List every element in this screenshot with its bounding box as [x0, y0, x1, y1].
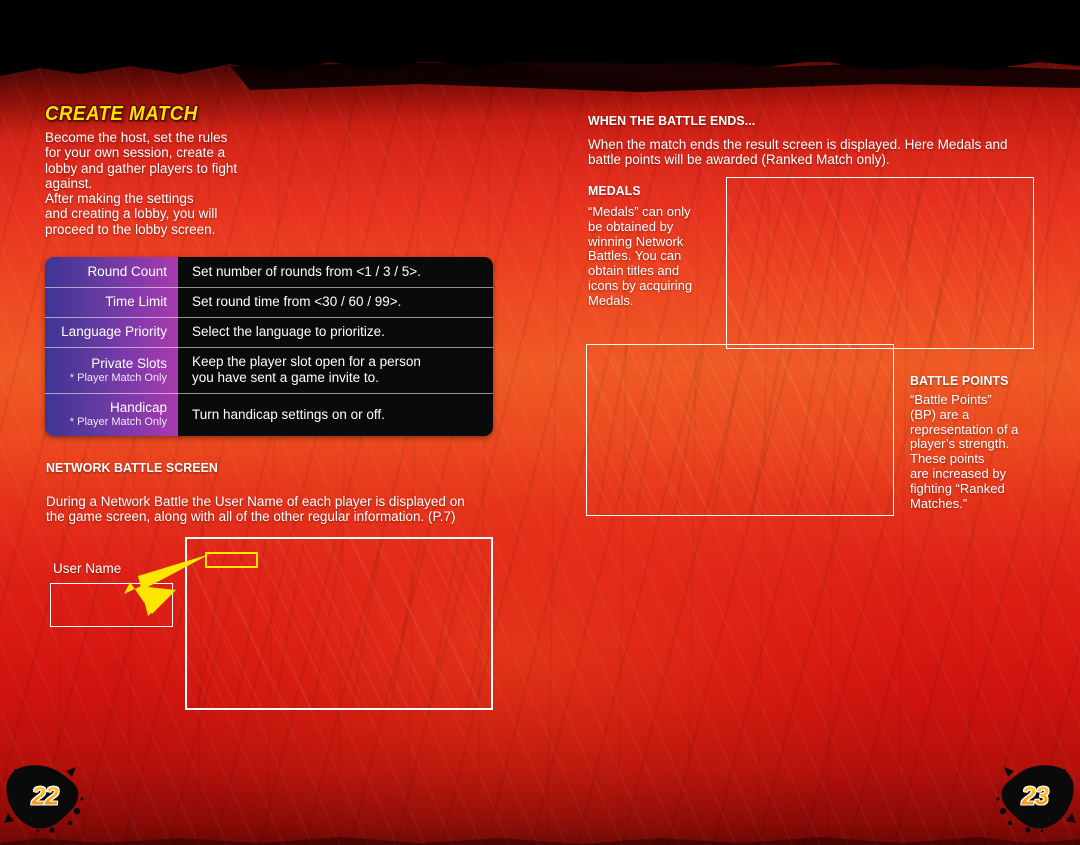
page-number-right-value: 23: [992, 783, 1078, 812]
table-row: Round Count Set number of rounds from <1…: [45, 257, 493, 287]
battle-points-screenshot: [586, 344, 894, 516]
battle-points-heading: BATTLE POINTS: [910, 373, 1009, 388]
intro-line: for your own session, create a: [45, 145, 226, 161]
intro-line: lobby and gather players to fight: [45, 160, 238, 176]
body-line: battle points will be awarded (Ranked Ma…: [588, 152, 890, 168]
table-row: Handicap * Player Match Only Turn handic…: [45, 393, 493, 436]
table-row-label: Handicap: [109, 400, 167, 415]
table-row: Time Limit Set round time from <30 / 60 …: [45, 287, 493, 317]
body-line: winning Network: [588, 233, 684, 249]
table-row-value: Set number of rounds from <1 / 3 / 5>.: [192, 264, 421, 279]
callout-arrow-icon: [124, 554, 210, 616]
table-row-note: * Player Match Only: [69, 416, 167, 428]
table-row-label-cell: Round Count: [45, 257, 178, 287]
network-battle-screen-heading: NETWORK BATTLE SCREEN: [46, 460, 218, 475]
table-row-value: Turn handicap settings on or off.: [192, 406, 385, 422]
body-line: (BP) are a: [910, 406, 970, 422]
table-row-value-cell: Turn handicap settings on or off.: [178, 393, 493, 436]
table-row-value: Select the language to prioritize.: [192, 324, 385, 339]
table-row-label-cell: Private Slots * Player Match Only: [45, 347, 178, 393]
page-number-left-value: 22: [2, 783, 88, 812]
body-line: Matches.”: [910, 495, 968, 511]
intro-line: proceed to the lobby screen.: [45, 221, 216, 237]
body-line: the game screen, along with all of the o…: [46, 509, 456, 525]
table-row-value-cell: Keep the player slot open for a person y…: [178, 347, 493, 393]
table-row: Private Slots * Player Match Only Keep t…: [45, 347, 493, 393]
table-row-label-cell: Language Priority: [45, 317, 178, 347]
username-callout-label: User Name: [53, 561, 122, 576]
intro-line: and creating a lobby, you will: [45, 206, 218, 222]
table-row-value-cell: Select the language to prioritize.: [178, 317, 493, 347]
table-row-value: Keep the player slot open for a person: [192, 354, 421, 369]
table-row-label: Private Slots: [91, 355, 167, 371]
body-line: “Medals” can only: [588, 204, 691, 219]
medals-body: “Medals” can only be obtained by winning…: [588, 204, 723, 309]
table-row-label-cell: Time Limit: [45, 287, 178, 317]
page-title-create-match: CREATE MATCH: [45, 103, 198, 125]
create-match-intro: Become the host, set the rules for your …: [45, 130, 295, 237]
body-line: Medals.: [588, 292, 634, 308]
when-battle-ends-body: When the match ends the result screen is…: [588, 137, 1038, 168]
body-line: obtain titles and: [588, 263, 680, 279]
intro-line: against.: [45, 175, 93, 191]
settings-table: Round Count Set number of rounds from <1…: [45, 257, 493, 436]
intro-line: After making the settings: [45, 191, 194, 207]
body-line: “Battle Points”: [910, 392, 992, 407]
battle-points-body: “Battle Points” (BP) are a representatio…: [910, 392, 1040, 511]
medals-heading: MEDALS: [588, 183, 641, 198]
table-row-value-cell: Set number of rounds from <1 / 3 / 5>.: [178, 257, 493, 287]
table-row-note: * Player Match Only: [69, 371, 167, 384]
page-number-left: 22: [2, 761, 88, 833]
table-row-value-cell: Set round time from <30 / 60 / 99>.: [178, 287, 493, 317]
table-row-label: Round Count: [87, 264, 167, 279]
body-line: fighting “Ranked: [910, 480, 1005, 496]
table-row-label-cell: Handicap * Player Match Only: [45, 393, 178, 436]
body-line: icons by acquiring: [588, 277, 693, 293]
body-line: During a Network Battle the User Name of…: [46, 494, 465, 509]
body-line: Battles. You can: [588, 248, 682, 264]
table-row-label: Language Priority: [61, 324, 167, 339]
body-line: are increased by: [910, 465, 1007, 481]
manual-spread: CREATE MATCH Become the host, set the ru…: [0, 0, 1080, 845]
intro-line: Become the host, set the rules: [45, 130, 228, 145]
table-row-value: you have sent a game invite to.: [192, 370, 379, 385]
medals-screenshot: [726, 177, 1034, 349]
body-line: be obtained by: [588, 218, 674, 234]
body-line: player’s strength.: [910, 436, 1010, 452]
body-line: representation of a: [910, 421, 1019, 437]
page-number-right: 23: [992, 761, 1078, 833]
body-line: When the match ends the result screen is…: [588, 137, 1008, 152]
table-row-label: Time Limit: [105, 294, 167, 309]
body-line: These points: [910, 451, 985, 467]
network-battle-screen-body: During a Network Battle the User Name of…: [46, 494, 506, 525]
when-battle-ends-heading: WHEN THE BATTLE ENDS...: [588, 113, 756, 128]
table-row-value: Set round time from <30 / 60 / 99>.: [192, 294, 402, 309]
table-row: Language Priority Select the language to…: [45, 317, 493, 347]
